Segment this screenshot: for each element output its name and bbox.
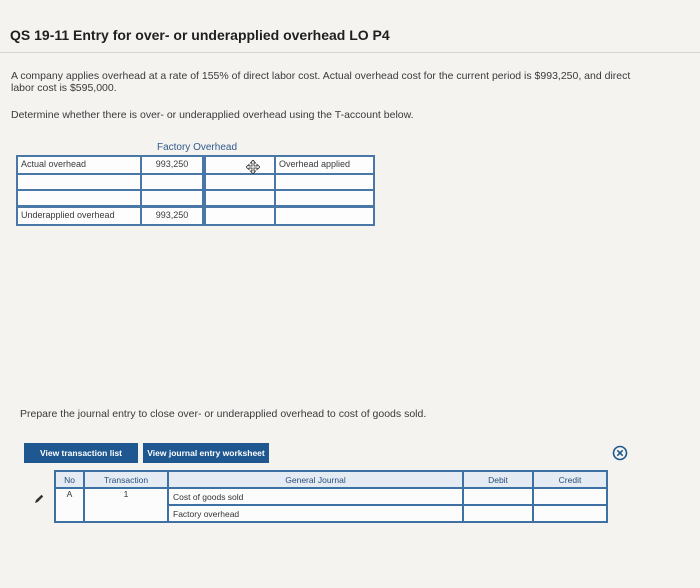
t-row4-left-label[interactable]: Underapplied overhead bbox=[16, 206, 142, 226]
debit-field-1[interactable] bbox=[462, 487, 534, 506]
account-field-2[interactable]: Factory overhead bbox=[167, 504, 464, 523]
t-row4-left-value[interactable]: 993,250 bbox=[140, 206, 204, 226]
entry-transaction: 1 bbox=[83, 487, 169, 523]
title-divider bbox=[0, 52, 700, 53]
close-circle-icon[interactable] bbox=[612, 445, 628, 461]
entry-no: A bbox=[54, 487, 85, 523]
header-transaction: Transaction bbox=[83, 470, 169, 489]
credit-field-2[interactable] bbox=[532, 504, 608, 523]
debit-field-2[interactable] bbox=[462, 504, 534, 523]
t-row3-right-value[interactable] bbox=[204, 189, 276, 207]
journal-row: A 1 Cost of goods sold bbox=[54, 487, 608, 523]
problem-statement: A company applies overhead at a rate of … bbox=[11, 70, 695, 94]
page-title: QS 19-11 Entry for over- or underapplied… bbox=[10, 27, 390, 43]
t-row4-right-label[interactable] bbox=[274, 206, 375, 226]
problem-line-1: A company applies overhead at a rate of … bbox=[11, 70, 631, 82]
t-account-title: Factory Overhead bbox=[156, 142, 238, 153]
problem-line-2: labor cost is $595,000. bbox=[11, 82, 117, 94]
view-journal-worksheet-button[interactable]: View journal entry worksheet bbox=[143, 443, 269, 463]
header-credit: Credit bbox=[532, 470, 608, 489]
move-cursor-icon bbox=[245, 159, 261, 175]
t-row1-right-label[interactable]: Overhead applied bbox=[274, 155, 375, 175]
pencil-icon[interactable] bbox=[34, 491, 44, 503]
account-field-1[interactable]: Cost of goods sold bbox=[167, 487, 464, 506]
t-row1-right-value[interactable] bbox=[204, 155, 276, 175]
t-row3-right-label[interactable] bbox=[274, 189, 375, 207]
header-no: No bbox=[54, 470, 85, 489]
header-general-journal: General Journal bbox=[167, 470, 464, 489]
header-debit: Debit bbox=[462, 470, 534, 489]
t-row4-right-value[interactable] bbox=[204, 206, 276, 226]
t-row1-left-label[interactable]: Actual overhead bbox=[16, 155, 142, 175]
view-transaction-list-button[interactable]: View transaction list bbox=[24, 443, 138, 463]
t-row3-left-label[interactable] bbox=[16, 189, 142, 207]
general-journal-table: No Transaction General Journal Debit Cre… bbox=[54, 470, 608, 523]
t-row1-left-value[interactable]: 993,250 bbox=[140, 155, 204, 175]
journal-prompt: Prepare the journal entry to close over-… bbox=[20, 408, 427, 420]
credit-field-1[interactable] bbox=[532, 487, 608, 506]
t-row3-left-value[interactable] bbox=[140, 189, 204, 207]
instruction-text: Determine whether there is over- or unde… bbox=[11, 109, 414, 121]
journal-header-row: No Transaction General Journal Debit Cre… bbox=[54, 470, 608, 489]
